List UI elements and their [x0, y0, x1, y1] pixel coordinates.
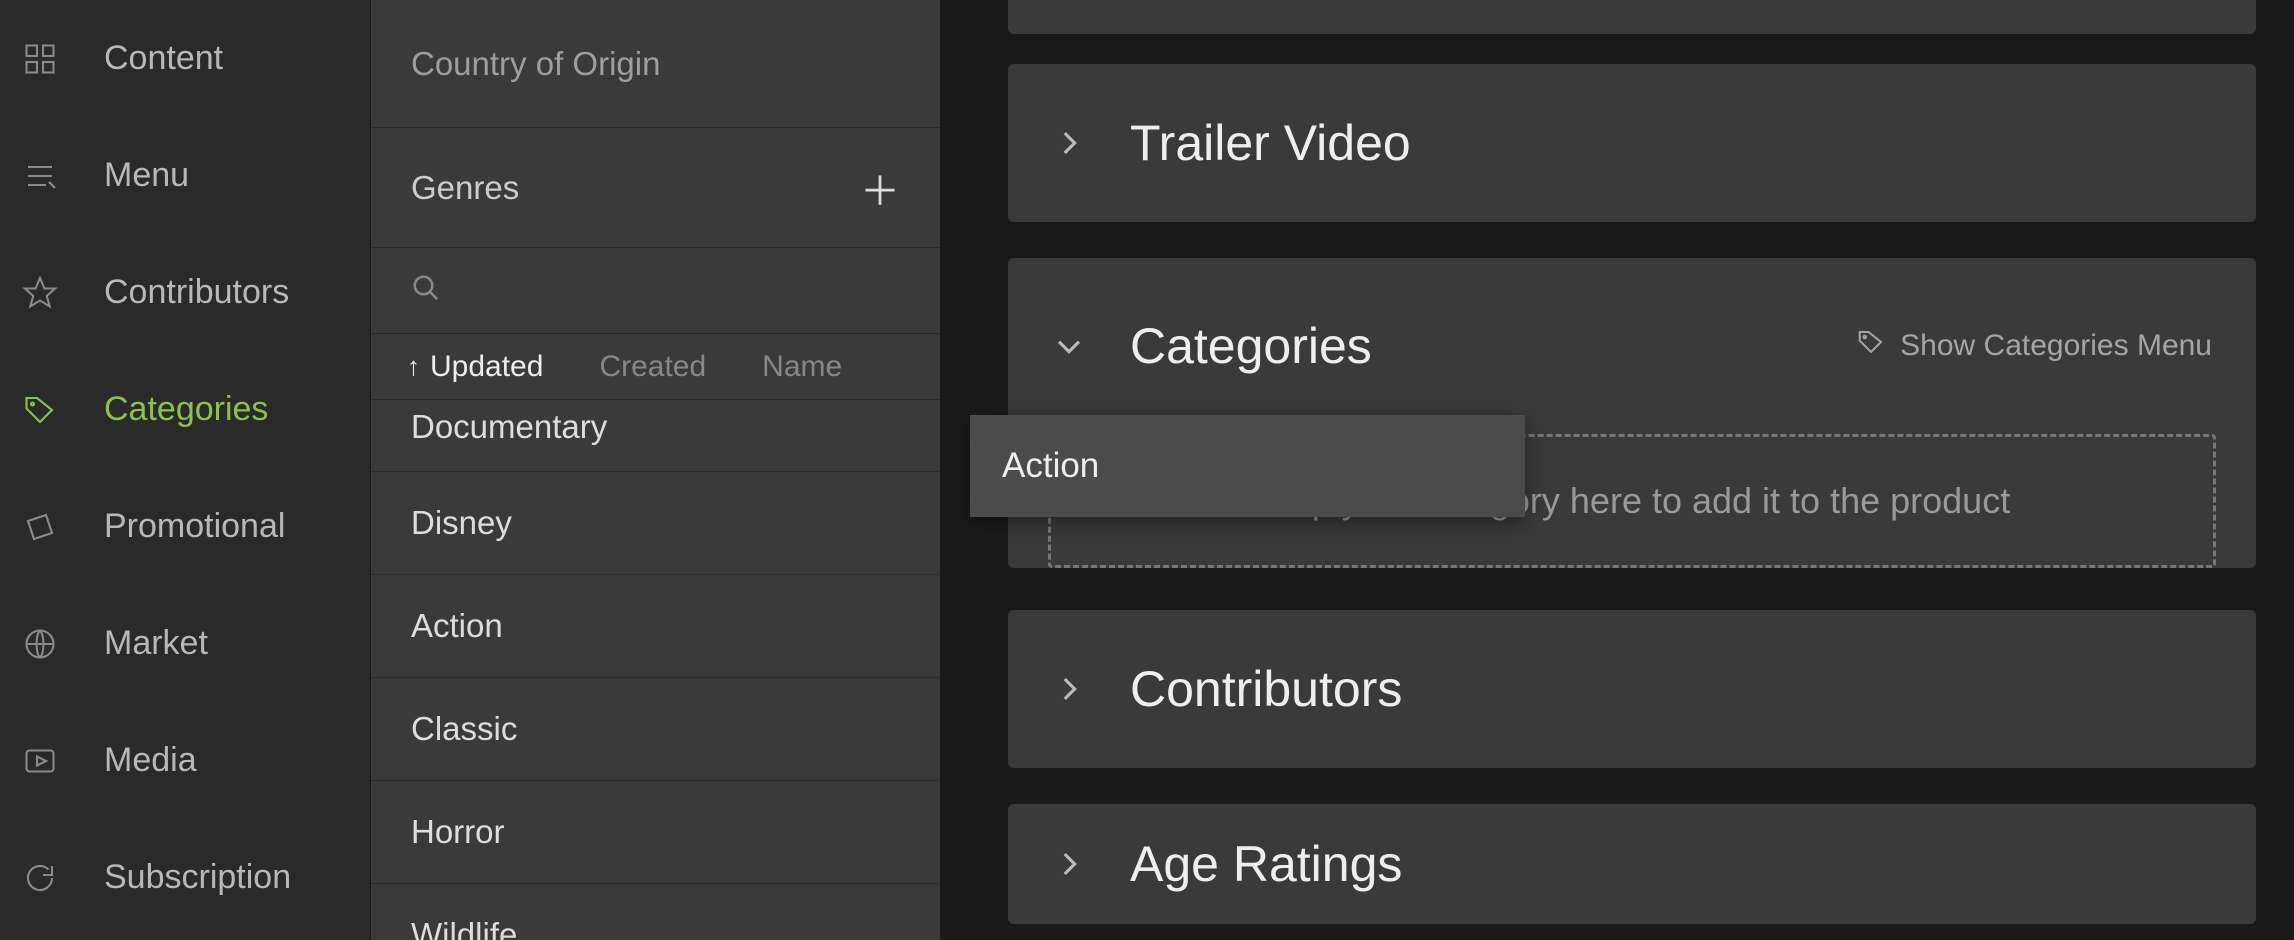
drag-chip-label: Action	[1002, 446, 1099, 486]
nav-item-market[interactable]: Market	[0, 585, 370, 702]
chevron-right-icon	[1052, 672, 1086, 706]
chevron-down-icon	[1052, 329, 1086, 363]
refresh-icon	[22, 860, 58, 896]
section-title: Contributors	[1130, 660, 2212, 718]
nav-item-contributors[interactable]: Contributors	[0, 234, 370, 351]
section-header-trailer-video[interactable]: Trailer Video	[1008, 64, 2256, 222]
nav-label: Subscription	[104, 858, 291, 897]
ticket-icon	[22, 509, 58, 545]
grid-icon	[22, 41, 58, 77]
genre-label: Disney	[411, 504, 512, 542]
nav-label: Promotional	[104, 507, 285, 546]
sort-created[interactable]: Created	[599, 350, 706, 384]
nav-label: Content	[104, 39, 223, 78]
nav-label: Categories	[104, 390, 268, 429]
filter-country-of-origin[interactable]: Country of Origin	[371, 0, 940, 128]
sort-name[interactable]: Name	[762, 350, 842, 384]
chevron-right-icon	[1052, 847, 1086, 881]
arrow-up-icon: ↑	[407, 351, 420, 382]
action-label: Show Categories Menu	[1900, 329, 2212, 363]
genre-row-classic[interactable]: Classic	[371, 678, 940, 781]
section-title: Trailer Video	[1130, 114, 2212, 172]
section-header-age-ratings[interactable]: Age Ratings	[1008, 804, 2256, 924]
section-header-categories[interactable]: Categories Show Categories Menu	[1008, 258, 2256, 434]
primary-nav: Content Menu Contributors Categories Pro…	[0, 0, 370, 940]
list-icon	[22, 158, 58, 194]
genre-row-documentary[interactable]: Documentary	[371, 400, 940, 472]
sort-updated[interactable]: ↑ Updated	[407, 350, 543, 384]
star-icon	[22, 275, 58, 311]
show-categories-menu-button[interactable]: Show Categories Menu	[1856, 327, 2212, 365]
genre-label: Classic	[411, 710, 517, 748]
section-age-ratings: Age Ratings	[1008, 804, 2256, 924]
section-header-contributors[interactable]: Contributors	[1008, 610, 2256, 768]
play-square-icon	[22, 743, 58, 779]
categories-panel: Country of Origin Genres ＋ ↑ Updated Cre…	[370, 0, 940, 940]
plus-icon[interactable]: ＋	[860, 159, 900, 217]
genre-row-disney[interactable]: Disney	[371, 472, 940, 575]
section-trailer-video: Trailer Video	[1008, 64, 2256, 222]
filter-label: Genres	[411, 169, 519, 207]
genre-label: Documentary	[411, 408, 607, 446]
genre-row-action[interactable]: Action	[371, 575, 940, 678]
tag-icon	[1856, 327, 1886, 365]
section-title: Categories	[1130, 317, 1856, 375]
section-card-edge	[1008, 0, 2256, 34]
genre-label: Horror	[411, 813, 505, 851]
nav-label: Market	[104, 624, 208, 663]
section-categories: Categories Show Categories Menu Drop you…	[1008, 258, 2256, 568]
nav-item-media[interactable]: Media	[0, 702, 370, 819]
filter-label: Country of Origin	[411, 45, 660, 83]
filter-genres[interactable]: Genres ＋	[371, 128, 940, 248]
genre-label: Action	[411, 607, 503, 645]
genre-label: Wildlife	[411, 916, 517, 940]
nav-item-content[interactable]: Content	[0, 0, 370, 117]
nav-item-subscription[interactable]: Subscription	[0, 819, 370, 936]
genre-list: Documentary Disney Action Classic Horror…	[371, 400, 940, 940]
nav-label: Contributors	[104, 273, 289, 312]
nav-item-categories[interactable]: Categories	[0, 351, 370, 468]
nav-label: Media	[104, 741, 197, 780]
sort-label: Updated	[430, 350, 543, 384]
nav-item-menu[interactable]: Menu	[0, 117, 370, 234]
genre-search[interactable]	[371, 248, 940, 334]
drag-chip[interactable]: Action	[970, 415, 1525, 517]
genre-row-wildlife[interactable]: Wildlife	[371, 884, 940, 940]
chevron-right-icon	[1052, 126, 1086, 160]
sort-bar: ↑ Updated Created Name	[371, 334, 940, 400]
nav-item-promotional[interactable]: Promotional	[0, 468, 370, 585]
section-contributors: Contributors	[1008, 610, 2256, 768]
genre-row-horror[interactable]: Horror	[371, 781, 940, 884]
search-icon	[411, 273, 441, 308]
tag-icon	[22, 392, 58, 428]
nav-label: Menu	[104, 156, 189, 195]
section-title: Age Ratings	[1130, 835, 2212, 893]
globe-icon	[22, 626, 58, 662]
